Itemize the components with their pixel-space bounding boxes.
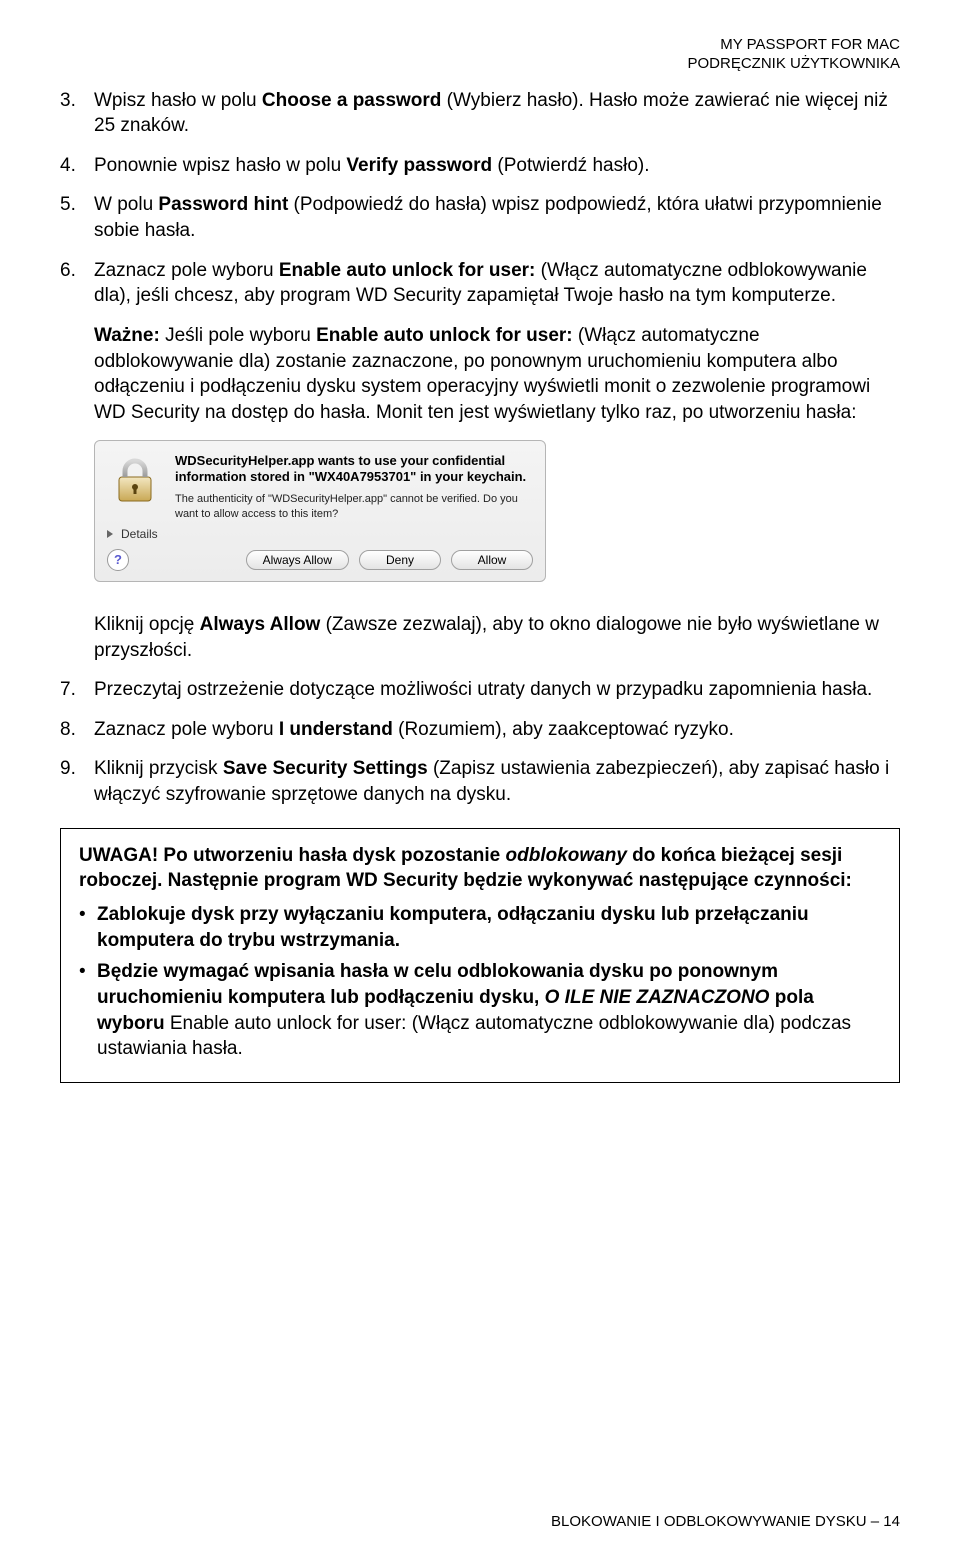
deny-button[interactable]: Deny — [359, 550, 441, 570]
dialog-message: WDSecurityHelper.app wants to use your c… — [175, 453, 533, 521]
instruction-list-cont: 7. Przeczytaj ostrzeżenie dotyczące możl… — [60, 677, 900, 808]
step-number: 9. — [60, 756, 94, 807]
warning-box: UWAGA! Po utworzeniu hasła dysk pozostan… — [60, 828, 900, 1083]
bullet-2: • Będzie wymagać wpisania hasła w celu o… — [79, 959, 881, 1062]
step-text: W polu Password hint (Podpowiedź do hasł… — [94, 192, 900, 243]
disclosure-triangle-icon — [107, 530, 113, 538]
step-3: 3. Wpisz hasło w polu Choose a password … — [60, 88, 900, 139]
instruction-list: 3. Wpisz hasło w polu Choose a password … — [60, 88, 900, 309]
always-allow-button[interactable]: Always Allow — [246, 550, 349, 570]
step-8: 8. Zaznacz pole wyboru I understand (Roz… — [60, 717, 900, 743]
step-text: Kliknij przycisk Save Security Settings … — [94, 756, 900, 807]
step-number: 6. — [60, 258, 94, 309]
help-icon[interactable]: ? — [107, 549, 129, 571]
page-header: MY PASSPORT FOR MAC PODRĘCZNIK UŻYTKOWNI… — [60, 36, 900, 74]
important-note: Ważne: Jeśli pole wyboru Enable auto unl… — [94, 323, 900, 426]
step-text: Ponownie wpisz hasło w polu Verify passw… — [94, 153, 900, 179]
bullet-1: • Zablokuje dysk przy wyłączaniu kompute… — [79, 902, 881, 953]
header-line2: PODRĘCZNIK UŻYTKOWNIKA — [60, 55, 900, 74]
step-number: 5. — [60, 192, 94, 243]
step-6: 6. Zaznacz pole wyboru Enable auto unloc… — [60, 258, 900, 309]
step-5: 5. W polu Password hint (Podpowiedź do h… — [60, 192, 900, 243]
bullet-text: Będzie wymagać wpisania hasła w celu odb… — [97, 959, 881, 1062]
step-number: 3. — [60, 88, 94, 139]
bullet-text: Zablokuje dysk przy wyłączaniu komputera… — [97, 902, 881, 953]
step-text: Wpisz hasło w polu Choose a password (Wy… — [94, 88, 900, 139]
step-number: 7. — [60, 677, 94, 703]
step-4: 4. Ponownie wpisz hasło w polu Verify pa… — [60, 153, 900, 179]
keychain-dialog: WDSecurityHelper.app wants to use your c… — [94, 440, 546, 582]
step-text: Zaznacz pole wyboru I understand (Rozumi… — [94, 717, 900, 743]
dialog-title: WDSecurityHelper.app wants to use your c… — [175, 453, 533, 487]
warning-intro: UWAGA! Po utworzeniu hasła dysk pozostan… — [79, 843, 881, 894]
dialog-subtitle: The authenticity of "WDSecurityHelper.ap… — [175, 492, 533, 521]
page-footer: BLOKOWANIE I ODBLOKOWYWANIE DYSKU – 14 — [551, 1513, 900, 1530]
allow-button[interactable]: Allow — [451, 550, 533, 570]
lock-icon — [107, 453, 163, 509]
step-7: 7. Przeczytaj ostrzeżenie dotyczące możl… — [60, 677, 900, 703]
header-line1: MY PASSPORT FOR MAC — [60, 36, 900, 55]
after-dialog-text: Kliknij opcję Always Allow (Zawsze zezwa… — [94, 612, 900, 663]
details-label: Details — [121, 527, 158, 541]
step-text: Zaznacz pole wyboru Enable auto unlock f… — [94, 258, 900, 309]
step-number: 4. — [60, 153, 94, 179]
step-9: 9. Kliknij przycisk Save Security Settin… — [60, 756, 900, 807]
step-text: Przeczytaj ostrzeżenie dotyczące możliwo… — [94, 677, 900, 703]
details-toggle[interactable]: Details — [107, 527, 533, 541]
step-number: 8. — [60, 717, 94, 743]
